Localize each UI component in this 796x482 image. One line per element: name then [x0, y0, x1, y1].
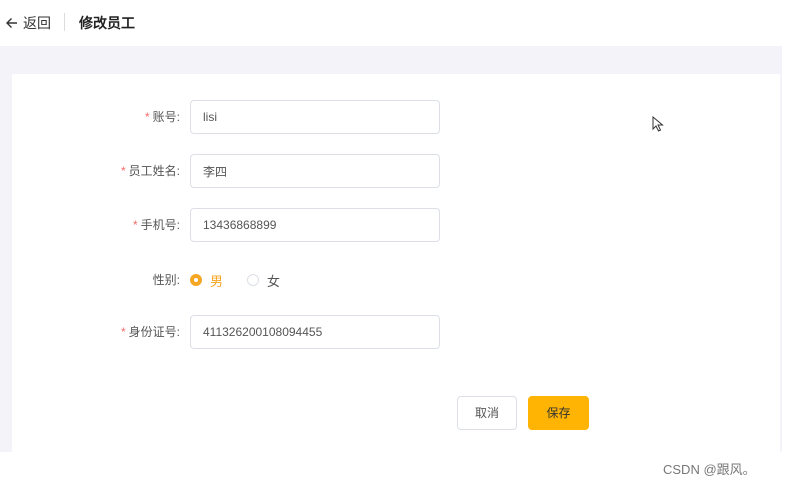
- account-label: * 账号:: [145, 100, 180, 134]
- gender-label: 性别:: [152, 273, 180, 287]
- account-input[interactable]: [190, 100, 440, 134]
- id-number-input[interactable]: [190, 315, 440, 349]
- back-button[interactable]: 返回: [5, 13, 51, 33]
- cancel-button[interactable]: 取消: [457, 396, 517, 430]
- page-title: 修改员工: [79, 15, 135, 31]
- watermark: CSDN @跟风。: [663, 462, 756, 477]
- gender-radio-male[interactable]: 男: [190, 271, 223, 290]
- required-mark: *: [120, 164, 126, 178]
- save-button[interactable]: 保存: [528, 396, 589, 430]
- page-header: 返回 修改员工: [0, 0, 796, 46]
- mouse-cursor-icon: [652, 116, 664, 132]
- header-divider: [64, 13, 65, 31]
- employee-name-input[interactable]: [190, 154, 440, 188]
- gender-radio-male-label: 男: [210, 273, 224, 289]
- back-label: 返回: [23, 15, 51, 31]
- radio-unchecked-icon: [247, 274, 260, 286]
- phone-label-text: 手机号:: [140, 218, 180, 232]
- arrow-left-icon: [6, 18, 17, 28]
- required-mark: *: [144, 110, 150, 124]
- employee-name-label-text: 员工姓名:: [128, 164, 180, 178]
- account-label-text: 账号:: [152, 110, 180, 124]
- gender-radio-group: 男 女: [190, 271, 304, 289]
- phone-label: * 手机号:: [133, 208, 180, 242]
- employee-name-label: * 员工姓名:: [121, 154, 180, 188]
- id-number-label: * 身份证号:: [121, 315, 180, 349]
- required-mark: *: [120, 325, 126, 339]
- gender-radio-female-label: 女: [267, 273, 281, 289]
- gender-radio-female[interactable]: 女: [247, 271, 280, 290]
- required-mark: *: [132, 218, 138, 232]
- phone-input[interactable]: [190, 208, 440, 242]
- radio-checked-icon: [190, 274, 202, 286]
- id-number-label-text: 身份证号:: [128, 325, 180, 339]
